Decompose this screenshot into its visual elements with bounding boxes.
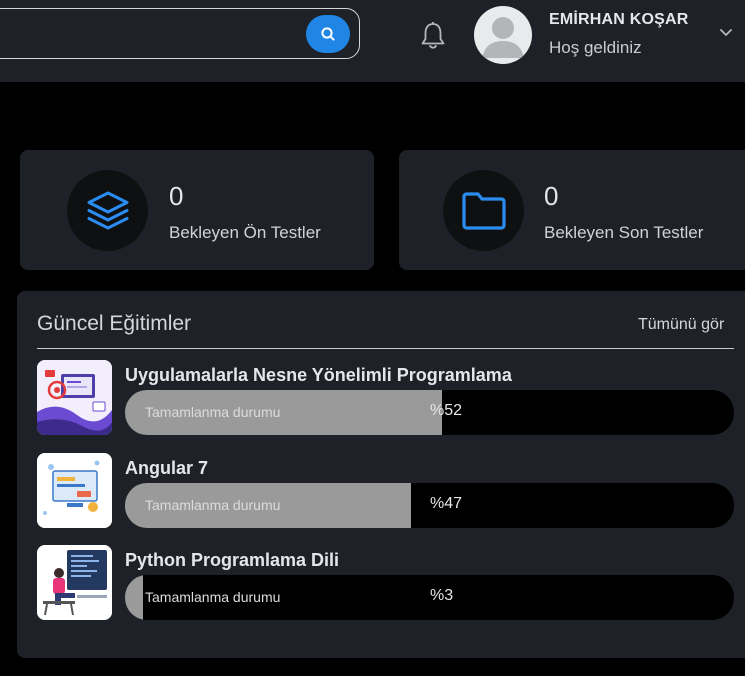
course-title: Angular 7 xyxy=(125,458,209,478)
stat-value: 0 xyxy=(544,181,559,211)
progress-percent: %47 xyxy=(430,495,463,512)
progress-percent: %3 xyxy=(430,587,454,604)
user-placeholder-icon xyxy=(482,17,524,58)
current-trainings-panel: Güncel Eğitimler Tümünü gör Uygulamalarl… xyxy=(17,291,745,658)
course-title: Python Programlama Dili xyxy=(125,550,340,570)
course-item[interactable]: Angular 7 Tamamlanma durumu %47 xyxy=(37,453,737,529)
progress-label: Tamamlanma durumu xyxy=(145,404,281,420)
angular-illustration xyxy=(37,453,112,528)
stat-label: Bekleyen Ön Testler xyxy=(169,223,321,242)
course-item[interactable]: Uygulamalarla Nesne Yönelimli Programlam… xyxy=(37,360,737,436)
course-title: Uygulamalarla Nesne Yönelimli Programlam… xyxy=(125,365,512,385)
progress-label: Tamamlanma durumu xyxy=(145,589,281,605)
progress-bar: Tamamlanma durumu %52 xyxy=(125,390,734,435)
progress-percent: %52 xyxy=(430,402,463,419)
course-thumbnail[interactable] xyxy=(37,453,112,528)
course-thumbnail[interactable] xyxy=(37,545,112,620)
stat-icon-circle xyxy=(443,170,524,251)
course-item[interactable]: Python Programlama Dili Tamamlanma durum… xyxy=(37,545,737,621)
search-button[interactable] xyxy=(306,15,350,53)
stat-card-posttests[interactable]: 0 Bekleyen Son Testler xyxy=(399,150,745,270)
chevron-down-icon[interactable] xyxy=(719,28,733,38)
search-icon xyxy=(321,27,335,41)
divider xyxy=(37,348,734,349)
panel-title: Güncel Eğitimler xyxy=(37,312,192,335)
stat-card-pretests[interactable]: 0 Bekleyen Ön Testler xyxy=(20,150,374,270)
search-input[interactable] xyxy=(0,8,360,59)
python-illustration xyxy=(37,545,112,620)
progress-bar: Tamamlanma durumu %3 xyxy=(125,575,734,620)
top-bar: EMİRHAN KOŞAR Hoş geldiniz xyxy=(0,0,745,82)
folder-icon xyxy=(461,191,506,230)
user-greeting: Hoş geldiniz xyxy=(549,38,642,57)
stat-label: Bekleyen Son Testler xyxy=(544,223,704,242)
course-thumbnail[interactable] xyxy=(37,360,112,435)
stat-value: 0 xyxy=(169,181,184,211)
progress-fill xyxy=(125,575,144,620)
progress-label: Tamamlanma durumu xyxy=(145,497,281,513)
bell-icon[interactable] xyxy=(419,21,447,51)
see-all-link[interactable]: Tümünü gör xyxy=(638,316,724,334)
progress-bar: Tamamlanma durumu %47 xyxy=(125,483,734,528)
layers-icon xyxy=(87,191,128,229)
avatar[interactable] xyxy=(474,6,532,64)
oop-illustration xyxy=(37,360,112,435)
stat-icon-circle xyxy=(67,170,148,251)
user-name: EMİRHAN KOŞAR xyxy=(549,11,689,28)
